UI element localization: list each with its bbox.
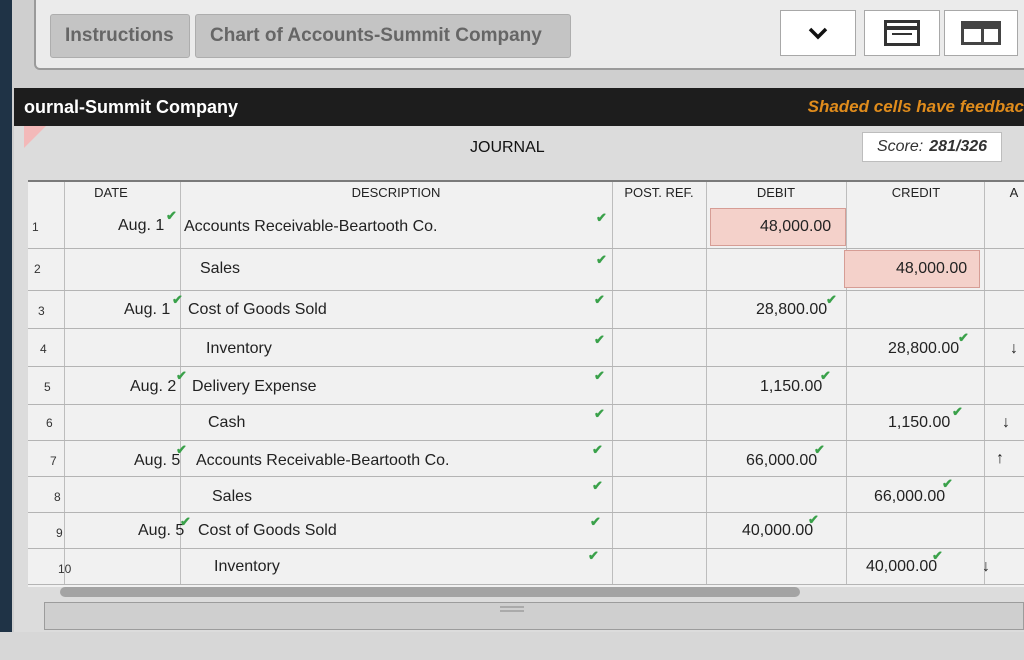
journal-title-bar: ournal-Summit Company Shaded cells have …: [14, 88, 1024, 126]
description-cell[interactable]: Delivery Expense: [192, 378, 317, 396]
tab-chart-of-accounts[interactable]: Chart of Accounts-Summit Company: [195, 14, 571, 58]
date-cell[interactable]: Aug. 5: [138, 522, 184, 540]
window-view-button[interactable]: [864, 10, 940, 56]
checkmark-icon: ✔: [594, 406, 605, 421]
debit-value[interactable]: 1,150.00: [760, 378, 822, 396]
row-number: 4: [40, 342, 47, 356]
resize-bar[interactable]: [44, 602, 1024, 630]
horizontal-scrollbar[interactable]: [60, 587, 800, 597]
checkmark-icon: ✔: [166, 208, 177, 223]
checkmark-icon: ✔: [594, 292, 605, 307]
description-cell[interactable]: Accounts Receivable-Beartooth Co.: [184, 218, 437, 236]
split-view-button[interactable]: [944, 10, 1018, 56]
description-cell[interactable]: Sales: [212, 488, 252, 506]
debit-value[interactable]: 40,000.00: [742, 522, 813, 540]
description-cell[interactable]: Cost of Goods Sold: [188, 301, 327, 319]
tab-instructions[interactable]: Instructions: [50, 14, 190, 58]
description-cell[interactable]: Accounts Receivable-Beartooth Co.: [196, 452, 449, 470]
checkmark-icon: ✔: [592, 478, 603, 493]
debit-value[interactable]: 66,000.00: [746, 452, 817, 470]
window-icon: [884, 20, 920, 46]
checkmark-icon: ✔: [594, 332, 605, 347]
checkmark-icon: ✔: [808, 512, 819, 527]
tab-instructions-label: Instructions: [65, 25, 174, 46]
description-cell[interactable]: Sales: [200, 260, 240, 278]
row-number: 6: [46, 416, 53, 430]
date-cell[interactable]: Aug. 1: [124, 301, 170, 319]
description-cell[interactable]: Inventory: [214, 558, 280, 576]
panel-title: ournal-Summit Company: [24, 96, 239, 117]
table-row: [28, 406, 1024, 441]
header-description: DESCRIPTION: [351, 184, 441, 200]
feedback-note: Shaded cells have feedbac: [807, 97, 1024, 116]
checkmark-icon: ✔: [588, 548, 599, 563]
tab-chart-of-accounts-label: Chart of Accounts-Summit Company: [210, 25, 542, 46]
credit-value[interactable]: 1,150.00: [888, 414, 950, 432]
table-row: [28, 204, 1024, 249]
debit-value: 48,000.00: [760, 218, 832, 235]
checkmark-icon: ✔: [958, 330, 969, 345]
checkmark-icon: ✔: [176, 442, 187, 457]
row-number: 8: [54, 490, 61, 504]
date-cell[interactable]: Aug. 2: [130, 378, 176, 396]
resize-grip-icon[interactable]: [500, 606, 524, 612]
journal-heading: JOURNAL: [470, 139, 545, 156]
row-number: 7: [50, 454, 57, 468]
checkmark-icon: ✔: [180, 514, 191, 529]
header-post-ref: POST. REF.: [624, 184, 694, 200]
table-row: [28, 330, 1024, 367]
checkmark-icon: ✔: [826, 292, 837, 307]
dropdown-button[interactable]: [780, 10, 856, 56]
checkmark-icon: ✔: [596, 252, 607, 267]
split-view-icon: [961, 21, 1001, 45]
row-number: 10: [58, 562, 72, 576]
date-cell[interactable]: Aug. 5: [134, 452, 180, 470]
score-label: Score:: [876, 138, 924, 155]
row-number: 3: [38, 304, 45, 318]
checkmark-icon: ✔: [942, 476, 953, 491]
bottom-area: [0, 632, 1024, 660]
left-edge-strip: [0, 0, 12, 660]
arrow-up-icon[interactable]: ↑: [996, 450, 1004, 468]
credit-value[interactable]: 28,800.00: [888, 340, 959, 358]
row-number: 2: [34, 262, 41, 276]
arrow-down-icon[interactable]: ↓: [1010, 340, 1018, 358]
header-credit: CREDIT: [891, 184, 941, 200]
credit-value[interactable]: 66,000.00: [874, 488, 945, 506]
checkmark-icon: ✔: [176, 368, 187, 383]
debit-value[interactable]: 28,800.00: [756, 301, 827, 319]
header-debit: DEBIT: [756, 184, 796, 200]
row-number: 1: [32, 220, 39, 234]
header-date: DATE: [94, 184, 128, 200]
arrow-down-icon[interactable]: ↓: [982, 558, 990, 576]
checkmark-icon: ✔: [820, 368, 831, 383]
credit-value: 48,000.00: [896, 260, 968, 277]
score-value: 281/326: [929, 138, 988, 155]
description-cell[interactable]: Inventory: [206, 340, 272, 358]
checkmark-icon: ✔: [172, 292, 183, 307]
checkmark-icon: ✔: [592, 442, 603, 457]
checkmark-icon: ✔: [590, 514, 601, 529]
checkmark-icon: ✔: [594, 368, 605, 383]
chevron-down-icon: [808, 27, 828, 40]
checkmark-icon: ✔: [596, 210, 607, 225]
row-number: 9: [56, 526, 63, 540]
score-box: Score: 281/326: [862, 132, 1002, 162]
date-cell[interactable]: Aug. 1: [118, 217, 164, 235]
description-cell[interactable]: Cash: [208, 414, 245, 432]
credit-value[interactable]: 40,000.00: [866, 558, 937, 576]
arrow-down-icon[interactable]: ↓: [1002, 414, 1010, 432]
description-cell[interactable]: Cost of Goods Sold: [198, 522, 337, 540]
row-number: 5: [44, 380, 51, 394]
checkmark-icon: ✔: [932, 548, 943, 563]
checkmark-icon: ✔: [952, 404, 963, 419]
checkmark-icon: ✔: [814, 442, 825, 457]
header-extra: A: [1009, 184, 1019, 200]
